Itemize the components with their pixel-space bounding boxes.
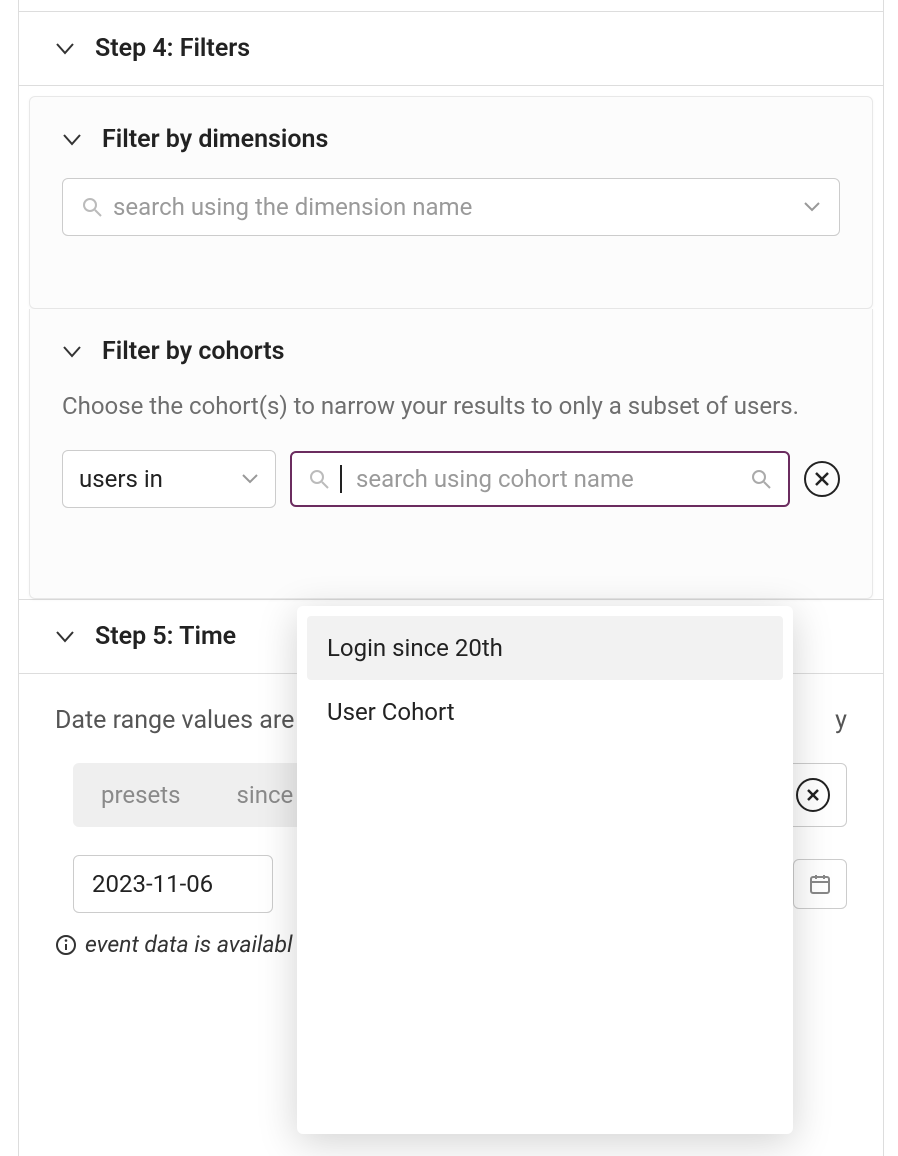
tab-presets[interactable]: presets [73,763,208,827]
info-icon [55,934,77,956]
cohort-option-user-cohort[interactable]: User Cohort [307,680,783,744]
calendar-button[interactable] [793,859,847,909]
cohorts-helper-text: Choose the cohort(s) to narrow your resu… [62,390,840,422]
date-range-label-left: Date range values are a [55,706,314,735]
cohort-mode-select[interactable]: users in [62,450,276,508]
dimension-search-placeholder: search using the dimension name [113,193,793,221]
chevron-down-icon [55,42,75,56]
cohort-option-login-since-20th[interactable]: Login since 20th [307,616,783,680]
chevron-down-icon [62,345,82,359]
filter-cohorts-header[interactable]: Filter by cohorts [62,337,840,366]
chevron-down-icon [62,133,82,147]
filter-dimensions-title: Filter by dimensions [102,125,328,154]
chevron-down-icon [241,473,259,485]
step-4-title: Step 4: Filters [95,34,250,63]
dimension-search-input[interactable]: search using the dimension name [62,178,840,236]
cohort-search-input[interactable]: search using cohort name [290,451,790,507]
cohort-dropdown: Login since 20th User Cohort [297,606,793,1134]
text-cursor [340,465,342,493]
cohort-mode-value: users in [79,465,163,493]
calendar-icon [808,872,832,896]
date-input[interactable]: 2023-11-06 [73,855,273,913]
filter-cohorts-title: Filter by cohorts [102,337,285,366]
filter-cohorts-section: Filter by cohorts Choose the cohort(s) t… [29,309,873,599]
step-5-title: Step 5: Time [95,622,236,651]
search-icon [308,468,330,490]
date-value: 2023-11-06 [92,870,213,898]
chevron-down-icon [55,630,75,644]
event-data-hint: event data is availabl [85,931,293,958]
chevron-down-icon [803,201,821,213]
search-icon [81,196,103,218]
filter-dimensions-header[interactable]: Filter by dimensions [62,125,840,154]
search-icon [750,468,772,490]
filter-dimensions-section: Filter by dimensions search using the di… [29,96,873,309]
cohort-search-placeholder: search using cohort name [356,465,740,493]
step-4-header[interactable]: Step 4: Filters [19,12,883,86]
date-range-label-right: y [835,706,847,735]
clear-cohort-button[interactable] [804,461,840,497]
date-tabs: presets since [73,763,321,827]
